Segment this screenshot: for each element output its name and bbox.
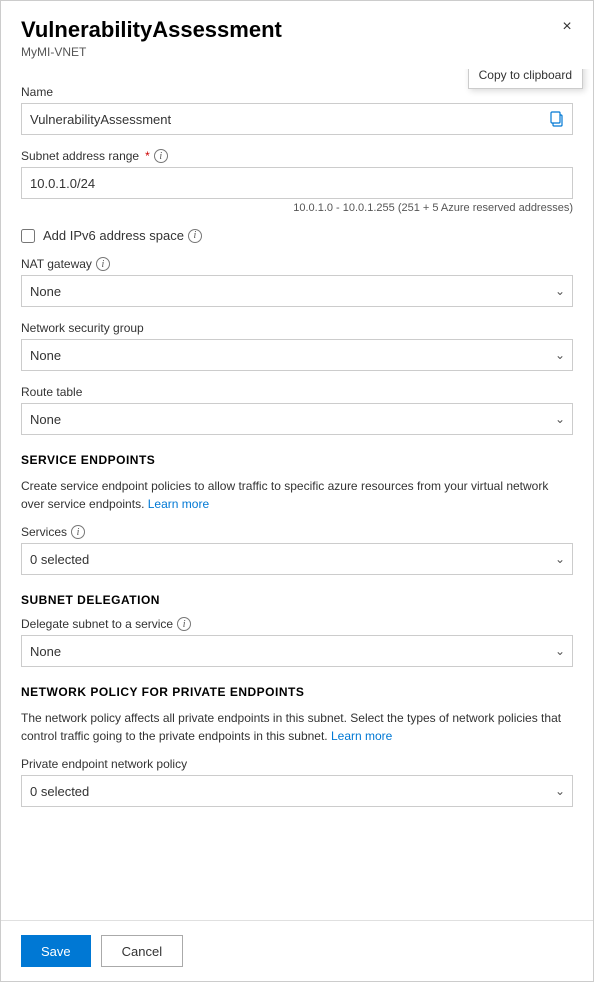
services-info-icon[interactable]: i — [71, 525, 85, 539]
services-label: Services i — [21, 525, 573, 539]
route-table-label: Route table — [21, 385, 573, 399]
service-endpoints-heading: SERVICE ENDPOINTS — [21, 453, 573, 467]
name-field-group: Name Copy to clipboard — [21, 85, 573, 135]
subnet-address-field-group: Subnet address range * i 10.0.1.0 - 10.0… — [21, 149, 573, 214]
services-select-wrapper: 0 selected ⌄ — [21, 543, 573, 575]
nat-gateway-select-wrapper: None ⌄ — [21, 275, 573, 307]
delegate-field-group: Delegate subnet to a service i None ⌄ — [21, 617, 573, 667]
route-table-select-wrapper: None ⌄ — [21, 403, 573, 435]
nsg-select[interactable]: None — [21, 339, 573, 371]
private-endpoint-policy-label: Private endpoint network policy — [21, 757, 573, 771]
nsg-field-group: Network security group None ⌄ — [21, 321, 573, 371]
nat-gateway-info-icon[interactable]: i — [96, 257, 110, 271]
panel-body: Name Copy to clipboard Subnet address ra… — [1, 69, 593, 920]
delegate-label: Delegate subnet to a service i — [21, 617, 573, 631]
save-button[interactable]: Save — [21, 935, 91, 967]
ipv6-checkbox-row: Add IPv6 address space i — [21, 228, 573, 243]
close-button[interactable]: × — [555, 15, 579, 39]
name-input[interactable] — [21, 103, 573, 135]
services-select[interactable]: 0 selected — [21, 543, 573, 575]
subnet-address-label: Subnet address range * i — [21, 149, 573, 163]
ipv6-checkbox-label: Add IPv6 address space i — [43, 228, 202, 243]
subnet-panel: VulnerabilityAssessment MyMI-VNET × Name… — [0, 0, 594, 982]
subnet-address-input[interactable] — [21, 167, 573, 199]
nat-gateway-select[interactable]: None — [21, 275, 573, 307]
copy-icon — [549, 111, 565, 127]
address-hint: 10.0.1.0 - 10.0.1.255 (251 + 5 Azure res… — [21, 202, 573, 214]
network-policy-learn-more[interactable]: Learn more — [331, 729, 392, 743]
private-endpoint-policy-select[interactable]: 0 selected — [21, 775, 573, 807]
name-input-wrapper: Copy to clipboard — [21, 103, 573, 135]
route-table-field-group: Route table None ⌄ — [21, 385, 573, 435]
service-endpoints-learn-more[interactable]: Learn more — [148, 497, 209, 511]
nat-gateway-field-group: NAT gateway i None ⌄ — [21, 257, 573, 307]
private-endpoint-policy-field-group: Private endpoint network policy 0 select… — [21, 757, 573, 807]
nat-gateway-label: NAT gateway i — [21, 257, 573, 271]
nsg-select-wrapper: None ⌄ — [21, 339, 573, 371]
ipv6-checkbox[interactable] — [21, 229, 35, 243]
network-policy-heading: NETWORK POLICY FOR PRIVATE ENDPOINTS — [21, 685, 573, 699]
panel-title: VulnerabilityAssessment — [21, 17, 573, 43]
services-field-group: Services i 0 selected ⌄ — [21, 525, 573, 575]
panel-header: VulnerabilityAssessment MyMI-VNET × — [1, 1, 593, 69]
panel-footer: Save Cancel — [1, 920, 593, 981]
delegate-select-wrapper: None ⌄ — [21, 635, 573, 667]
delegate-info-icon[interactable]: i — [177, 617, 191, 631]
copy-to-clipboard-button[interactable] — [543, 105, 571, 133]
network-policy-desc: The network policy affects all private e… — [21, 709, 573, 745]
route-table-select[interactable]: None — [21, 403, 573, 435]
service-endpoints-desc: Create service endpoint policies to allo… — [21, 477, 573, 513]
required-indicator: * — [145, 149, 150, 163]
cancel-button[interactable]: Cancel — [101, 935, 183, 967]
subnet-address-info-icon[interactable]: i — [154, 149, 168, 163]
delegate-select[interactable]: None — [21, 635, 573, 667]
nsg-label: Network security group — [21, 321, 573, 335]
clipboard-tooltip: Copy to clipboard — [468, 69, 583, 89]
panel-subtitle: MyMI-VNET — [21, 45, 573, 59]
ipv6-info-icon[interactable]: i — [188, 229, 202, 243]
private-endpoint-policy-select-wrapper: 0 selected ⌄ — [21, 775, 573, 807]
subnet-delegation-heading: SUBNET DELEGATION — [21, 593, 573, 607]
